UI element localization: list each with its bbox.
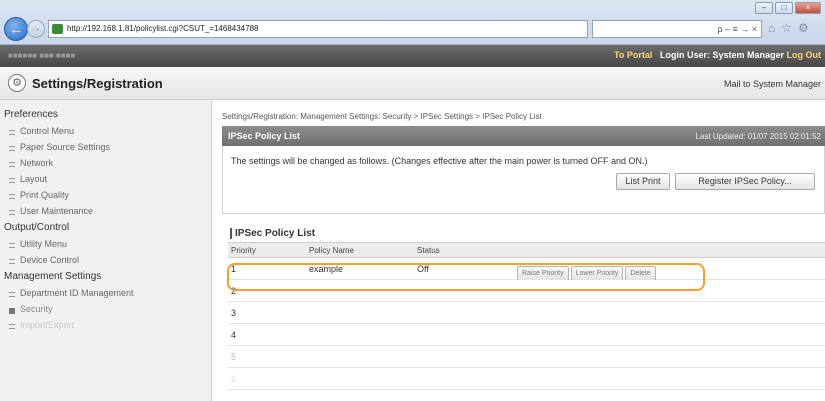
- column-header-priority: Priority: [231, 246, 256, 255]
- sidebar-item-device-control[interactable]: Device Control: [0, 252, 211, 268]
- section-title: IPSec Policy List: [228, 131, 301, 141]
- sidebar-item-user-maintenance[interactable]: User Maintenance: [0, 203, 211, 219]
- sidebar-item-print-quality[interactable]: Print Quality: [0, 187, 211, 203]
- sidebar-item-utility-menu[interactable]: Utility Menu: [0, 236, 211, 252]
- page-title: Settings/Registration: [32, 76, 163, 91]
- sidebar-item-network[interactable]: Network: [0, 155, 211, 171]
- row-policy-name: [306, 302, 414, 323]
- settings-gear-icon: ⚙: [8, 74, 26, 92]
- sidebar-item-import-export[interactable]: Import/Export: [0, 317, 211, 333]
- sidebar-section-management-settings: Management Settings: [4, 271, 102, 282]
- maximize-icon[interactable]: □: [775, 2, 793, 14]
- favorites-icon[interactable]: ☆: [781, 21, 792, 35]
- to-portal-link[interactable]: To Portal: [614, 50, 652, 60]
- info-panel: The settings will be changed as follows.…: [222, 146, 825, 214]
- site-icon: [52, 24, 63, 34]
- section-header: IPSec Policy List Last Updated: 01/07 20…: [222, 126, 825, 146]
- mail-to-system-manager-link[interactable]: Mail to System Manager: [724, 79, 821, 89]
- row-priority: 4: [231, 330, 237, 340]
- table-row: 5: [228, 346, 825, 368]
- browser-tool-icons: ⌂ ☆ ⚙: [768, 21, 809, 35]
- settings-icon[interactable]: ⚙: [798, 21, 809, 35]
- breadcrumb: Settings/Registration: Management Settin…: [222, 112, 542, 121]
- address-bar[interactable]: http://192.168.1.81/policylist.cgi?CSUT_…: [48, 20, 588, 38]
- device-name: ■■■■■■ ■■■ ■■■■: [8, 51, 76, 60]
- table-row: 4: [228, 324, 825, 346]
- column-header-status: Status: [417, 246, 440, 255]
- row-status: [414, 346, 514, 367]
- sidebar-item-control-menu[interactable]: Control Menu: [0, 123, 211, 139]
- main-content: Settings/Registration: Management Settin…: [222, 100, 825, 401]
- register-ipsec-policy-button[interactable]: Register IPSec Policy...: [675, 173, 815, 190]
- sidebar: Preferences Control Menu Paper Source Se…: [0, 100, 212, 401]
- column-header-policy-name: Policy Name: [309, 246, 354, 255]
- row-status: [414, 324, 514, 345]
- row-priority: 5: [231, 352, 237, 362]
- row-priority: 3: [231, 308, 237, 318]
- address-text: http://192.168.1.81/policylist.cgi?CSUT_…: [67, 24, 259, 33]
- sidebar-item-security[interactable]: Security: [0, 301, 211, 317]
- login-user-label: Login User: System Manager: [659, 50, 784, 60]
- row-status: [414, 368, 514, 389]
- highlight-box: [227, 263, 705, 291]
- portal-links: To Portal Login User: System Manager Log…: [614, 50, 821, 60]
- logout-link[interactable]: Log Out: [787, 50, 822, 60]
- row-status: [414, 302, 514, 323]
- policy-list-title: IPSec Policy List: [230, 228, 315, 239]
- list-print-button[interactable]: List Print: [616, 173, 670, 190]
- row-policy-name: [306, 346, 414, 367]
- sidebar-section-preferences: Preferences: [4, 109, 58, 120]
- page-header: ⚙ Settings/Registration Mail to System M…: [0, 67, 825, 100]
- last-updated: Last Updated: 01/07 2015 02:01:52: [695, 132, 821, 141]
- column-header-actions: [514, 243, 825, 257]
- table-row: 6: [228, 368, 825, 390]
- table-header: Priority Policy Name Status: [228, 242, 825, 258]
- home-icon[interactable]: ⌂: [768, 21, 775, 35]
- sidebar-item-department-id-management[interactable]: Department ID Management: [0, 285, 211, 301]
- minimize-icon[interactable]: –: [755, 2, 773, 14]
- browser-toolbar: – □ × ← → http://192.168.1.81/policylist…: [0, 0, 825, 45]
- table-row: 3: [228, 302, 825, 324]
- info-message: The settings will be changed as follows.…: [231, 156, 648, 166]
- address-actions[interactable]: ρ – ≡ → ×: [592, 20, 762, 38]
- window-controls: – □ ×: [755, 2, 821, 14]
- sidebar-item-paper-source-settings[interactable]: Paper Source Settings: [0, 139, 211, 155]
- close-icon[interactable]: ×: [795, 2, 821, 14]
- sidebar-item-layout[interactable]: Layout: [0, 171, 211, 187]
- row-policy-name: [306, 324, 414, 345]
- portal-header: ■■■■■■ ■■■ ■■■■ To Portal Login User: Sy…: [0, 45, 825, 67]
- back-arrow-icon[interactable]: ←: [4, 17, 28, 41]
- row-policy-name: [306, 368, 414, 389]
- sidebar-section-output-control: Output/Control: [4, 222, 70, 233]
- row-priority: 6: [231, 374, 237, 384]
- forward-arrow-icon[interactable]: →: [27, 20, 45, 38]
